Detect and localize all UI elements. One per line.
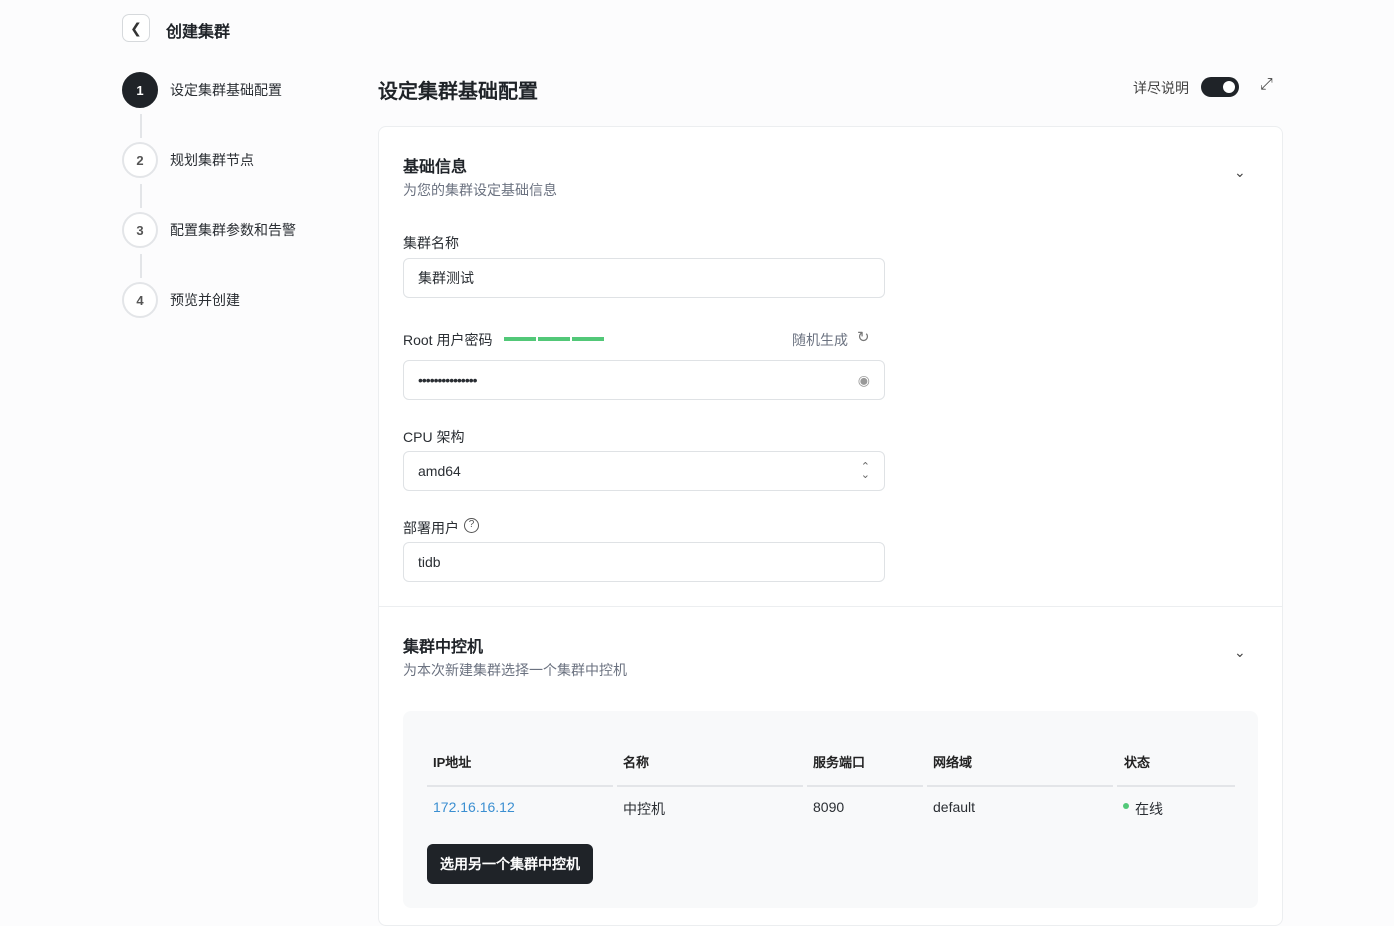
password-label: Root 用户密码 (403, 332, 493, 348)
step-2-label[interactable]: 规划集群节点 (170, 150, 254, 170)
expand-icon[interactable]: ⤢ (1260, 76, 1273, 94)
cpu-select[interactable]: amd64 ⌃ ⌄ (403, 451, 885, 491)
control-section-title: 集群中控机 (403, 639, 484, 656)
detail-toggle[interactable] (1201, 77, 1239, 97)
chevron-updown-icon: ⌃ ⌄ (860, 461, 870, 481)
control-section-subtitle: 为本次新建集群选择一个集群中控机 (403, 662, 627, 678)
back-button[interactable]: ❮ (122, 14, 150, 42)
detail-toggle-label: 详尽说明 (1133, 80, 1189, 96)
cell-domain: default (933, 799, 976, 815)
section-divider (379, 606, 1282, 607)
status-badge: 在线 (1135, 801, 1163, 817)
cluster-name-value: 集群测试 (418, 270, 474, 286)
refresh-icon[interactable]: ↻ (857, 328, 870, 346)
help-icon[interactable]: ? (464, 518, 479, 533)
step-connector (140, 184, 142, 208)
step-3-indicator[interactable]: 3 (122, 212, 158, 248)
cpu-value: amd64 (418, 463, 461, 479)
col-header-port: 服务端口 (813, 755, 866, 770)
select-another-control-button[interactable]: 选用另一个集群中控机 (427, 844, 593, 884)
page-header-title: 创建集群 (166, 24, 231, 41)
col-header-domain: 网络域 (933, 755, 973, 770)
main-title: 设定集群基础配置 (378, 81, 538, 103)
chevron-down-icon[interactable]: ⌄ (1234, 644, 1246, 661)
status-dot-icon (1123, 803, 1129, 809)
chevron-down-icon[interactable]: ⌄ (1234, 164, 1246, 181)
strength-bar (504, 337, 536, 341)
cluster-name-label: 集群名称 (403, 235, 459, 251)
header-divider (427, 785, 613, 787)
step-connector (140, 254, 142, 278)
strength-bar (538, 337, 570, 341)
cell-name: 中控机 (623, 801, 665, 817)
header-divider (617, 785, 803, 787)
cell-port: 8090 (813, 799, 845, 815)
basic-section-subtitle: 为您的集群设定基础信息 (403, 182, 557, 198)
strength-bar (572, 337, 604, 341)
deploy-user-value: tidb (418, 554, 441, 570)
step-3-label[interactable]: 配置集群参数和告警 (170, 220, 296, 240)
step-connector (140, 114, 142, 138)
random-generate-button[interactable]: 随机生成 (792, 330, 848, 350)
deploy-user-input[interactable]: tidb (403, 542, 885, 582)
basic-section-title: 基础信息 (403, 159, 468, 176)
step-1-label[interactable]: 设定集群基础配置 (170, 80, 282, 100)
deploy-user-label: 部署用户 (403, 520, 459, 536)
password-value: ••••••••••••••• (418, 372, 478, 388)
step-1-indicator[interactable]: 1 (122, 72, 158, 108)
password-input[interactable]: ••••••••••••••• ◉ (403, 360, 885, 400)
step-2-indicator[interactable]: 2 (122, 142, 158, 178)
cpu-label: CPU 架构 (403, 429, 465, 445)
col-header-status: 状态 (1124, 755, 1151, 770)
step-4-indicator[interactable]: 4 (122, 282, 158, 318)
header-divider (1117, 785, 1235, 787)
col-header-name: 名称 (623, 755, 650, 770)
cluster-name-input[interactable]: 集群测试 (403, 258, 885, 298)
col-header-ip: IP地址 (433, 755, 472, 770)
eye-icon[interactable]: ◉ (858, 372, 870, 389)
chevron-left-icon: ❮ (130, 19, 142, 36)
header-divider (927, 785, 1113, 787)
ip-link[interactable]: 172.16.16.12 (433, 799, 515, 815)
step-4-label[interactable]: 预览并创建 (170, 290, 240, 310)
header-divider (807, 785, 923, 787)
